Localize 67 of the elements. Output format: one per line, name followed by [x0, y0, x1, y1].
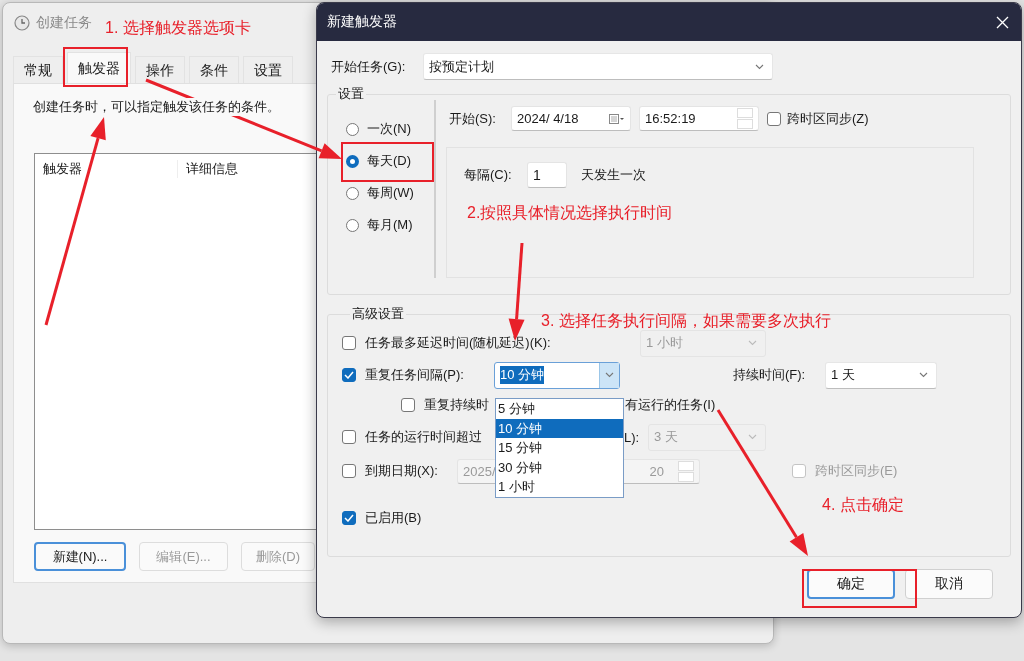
checkbox-label: 重复任务间隔(P):: [365, 366, 465, 384]
clock-icon: [14, 15, 30, 31]
checkbox-label: 任务的运行时间超过: [365, 429, 482, 444]
dropdown[interactable]: 1 天: [825, 361, 937, 389]
chevron-down-icon: [748, 340, 757, 346]
chevron-down-icon: [748, 434, 757, 440]
checkbox[interactable]: [767, 111, 781, 126]
checkbox[interactable]: [342, 511, 356, 525]
date-field[interactable]: 2024/ 4/18: [511, 106, 631, 131]
checkbox-label: 跨时区同步(Z): [787, 109, 869, 128]
field-label: 持续时间(F):: [733, 366, 807, 384]
radio-button[interactable]: [346, 218, 359, 232]
group-title: 设置: [337, 85, 365, 103]
checkbox[interactable]: [342, 430, 356, 444]
radio-label: 每天(D): [367, 152, 412, 170]
checkbox[interactable]: [401, 398, 415, 412]
checkbox-label: 跨时区同步(E): [815, 462, 898, 480]
tab[interactable]: 条件: [189, 56, 239, 83]
chevron-down-icon: [605, 372, 614, 378]
checkbox[interactable]: [342, 368, 356, 382]
dropdown[interactable]: 10 分钟: [494, 361, 620, 389]
checkbox-label: 到期日期(X):: [365, 462, 439, 480]
tab[interactable]: 设置: [243, 56, 293, 83]
highlight-frame: [63, 47, 128, 87]
input-field[interactable]: 1: [527, 162, 567, 188]
checkbox-label: L):: [624, 429, 640, 445]
dropdown[interactable]: 按预定计划: [423, 53, 773, 80]
field-label: 开始任务(G):: [330, 57, 407, 76]
chevron-down-icon: [919, 372, 928, 378]
field-label: 每隔(C):: [464, 166, 513, 184]
tab[interactable]: 常规: [13, 56, 63, 83]
checkbox-label: 重复持续时: [424, 397, 489, 412]
time-field[interactable]: 16:52:19: [639, 106, 759, 131]
field-suffix: 天发生一次: [581, 166, 646, 184]
group-title: 高级设置: [351, 305, 405, 323]
close-icon[interactable]: [996, 15, 1009, 29]
radio-button[interactable]: [346, 186, 359, 200]
checkbox-label: 有运行的任务(I): [625, 396, 716, 414]
checkbox[interactable]: [342, 336, 356, 350]
column-header[interactable]: 触发器: [35, 160, 178, 178]
checkbox[interactable]: [342, 464, 356, 478]
tab[interactable]: 操作: [135, 56, 185, 83]
radio-button[interactable]: [346, 122, 359, 136]
cancel-button[interactable]: 取消: [905, 569, 993, 599]
ok-button[interactable]: 确定: [807, 569, 895, 599]
dropdown-option[interactable]: 10 分钟: [496, 418, 623, 438]
radio-label: 一次(N): [367, 120, 412, 138]
field-label: 开始(S):: [449, 109, 497, 128]
dropdown-option[interactable]: 15 分钟: [496, 438, 623, 458]
dropdown-option[interactable]: 5 分钟: [496, 399, 623, 419]
new-button[interactable]: 新建(N)...: [34, 542, 126, 571]
checkbox[interactable]: [792, 464, 806, 478]
checkbox-label: 任务最多延迟时间(随机延迟)(K):: [365, 334, 552, 352]
annotation-text: 4. 点击确定: [822, 495, 904, 515]
annotation-text: 2.按照具体情况选择执行时间: [467, 203, 673, 223]
annotation-text: 1. 选择触发器选项卡: [105, 18, 251, 38]
dialog-title: 新建触发器: [327, 13, 397, 31]
radio-label: 每月(M): [367, 216, 413, 234]
chevron-down-icon: [755, 63, 764, 70]
calendar-icon: [609, 113, 625, 124]
tab[interactable]: 触发器: [67, 52, 131, 83]
window-title: 创建任务: [36, 14, 92, 32]
radio-button[interactable]: [346, 154, 359, 168]
checkbox-label: 已启用(B): [365, 509, 422, 527]
column-header[interactable]: 详细信息: [178, 160, 238, 178]
radio-label: 每周(W): [367, 184, 414, 202]
annotation-text: 3. 选择任务执行间隔，如果需要多次执行: [541, 311, 831, 331]
